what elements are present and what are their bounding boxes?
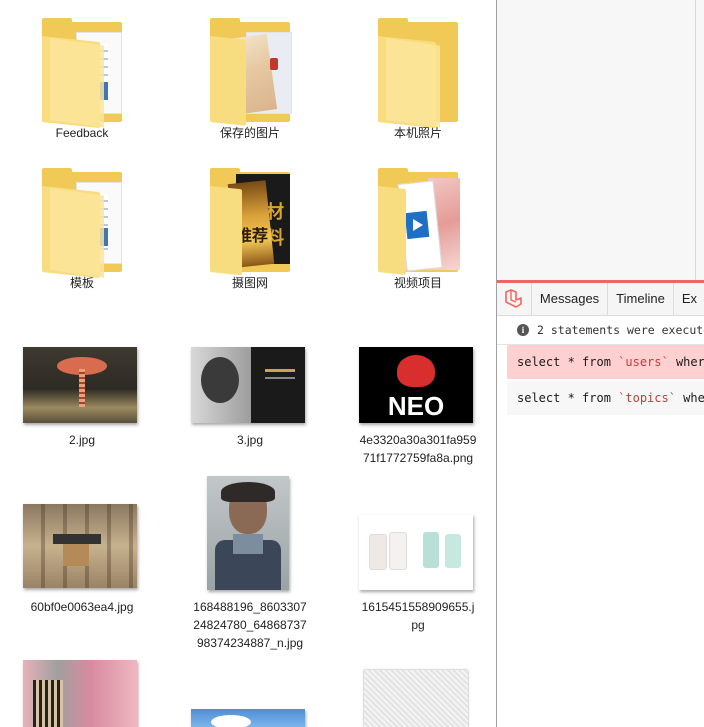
sql-keywords: select * from bbox=[517, 391, 619, 405]
image-thumbnail bbox=[207, 476, 289, 590]
folder-stock-photos[interactable]: 材料 推荐 摄图网 bbox=[175, 168, 325, 292]
image-thumbnail bbox=[359, 514, 473, 590]
folder-name: 摄图网 bbox=[231, 276, 268, 290]
file-2-jpg[interactable]: 2.jpg bbox=[7, 347, 157, 459]
folder-video-projects[interactable]: 视频项目 bbox=[343, 168, 493, 292]
folder-icon: 材料 推荐 bbox=[210, 168, 290, 276]
sql-statement[interactable]: select * from `topics` where bbox=[507, 381, 704, 415]
folder-icon bbox=[42, 168, 122, 279]
folder-name: 视频项目 bbox=[393, 276, 442, 290]
image-thumbnail[interactable] bbox=[364, 670, 468, 727]
sql-rest: where bbox=[683, 391, 704, 405]
file-1615451558909655-jpg[interactable]: 1615451558909655.j pg bbox=[343, 514, 493, 634]
info-icon: i bbox=[517, 324, 529, 336]
file-neo-png[interactable]: NEO 4e3320a30a301fa959 71f1772759fa8a.pn… bbox=[343, 347, 493, 471]
folder-saved-pictures[interactable]: 保存的图片 bbox=[175, 18, 325, 142]
sql-keywords: select * from bbox=[517, 355, 619, 369]
file-3-jpg[interactable]: 3.jpg bbox=[175, 347, 325, 459]
sql-table: `topics` bbox=[618, 391, 676, 405]
folder-icon bbox=[378, 18, 458, 129]
sql-statement-error[interactable]: select * from `users` where bbox=[507, 345, 704, 379]
folder-icon bbox=[210, 18, 292, 126]
folder-icon bbox=[378, 168, 460, 275]
tab-exceptions[interactable]: Ex bbox=[674, 283, 704, 315]
image-thumbnail: NEO bbox=[359, 347, 473, 423]
laravel-logo-icon[interactable] bbox=[497, 283, 532, 315]
sql-table: `users` bbox=[618, 355, 669, 369]
scrollbar-divider bbox=[695, 0, 696, 280]
tab-messages[interactable]: Messages bbox=[532, 283, 609, 315]
debug-bar-tabs: Messages Timeline Ex bbox=[497, 283, 704, 316]
file-name: 168488196_8603307 24824780_64868737 9837… bbox=[193, 600, 307, 650]
folder-templates[interactable]: 模板 bbox=[7, 168, 157, 292]
page-area bbox=[497, 0, 704, 280]
folder-name: Feedback bbox=[55, 126, 109, 140]
folder-name: 保存的图片 bbox=[219, 126, 280, 140]
debug-bar: Messages Timeline Ex i 2 statements were… bbox=[497, 280, 704, 727]
tab-timeline[interactable]: Timeline bbox=[608, 283, 674, 315]
file-name: 3.jpg bbox=[236, 433, 264, 447]
status-text: 2 statements were executed bbox=[537, 323, 704, 337]
folder-name: 本机照片 bbox=[393, 126, 442, 140]
image-thumbnail bbox=[191, 347, 305, 423]
file-name: 2.jpg bbox=[68, 433, 96, 447]
image-thumbnail bbox=[23, 504, 137, 588]
sql-rest: where bbox=[675, 355, 704, 369]
image-thumbnail[interactable] bbox=[191, 709, 305, 727]
browser-panel: Messages Timeline Ex i 2 statements were… bbox=[496, 0, 704, 727]
folder-name: 模板 bbox=[69, 276, 94, 290]
folder-feedback[interactable]: Feedback bbox=[7, 18, 157, 142]
file-name: 60bf0e0063ea4.jpg bbox=[30, 600, 134, 614]
folder-icon bbox=[42, 18, 122, 129]
logo-text: NEO bbox=[387, 391, 445, 421]
file-name: 1615451558909655.j pg bbox=[361, 600, 475, 632]
file-name: 4e3320a30a301fa959 71f1772759fa8a.png bbox=[359, 433, 477, 465]
file-168488196-jpg[interactable]: 168488196_8603307 24824780_64868737 9837… bbox=[175, 476, 325, 652]
image-thumbnail[interactable] bbox=[23, 660, 137, 727]
queries-status: i 2 statements were executed bbox=[497, 316, 704, 345]
file-60bf0e0063ea4-jpg[interactable]: 60bf0e0063ea4.jpg bbox=[7, 504, 157, 616]
folder-local-photos[interactable]: 本机照片 bbox=[343, 18, 493, 142]
file-explorer: Feedback 保存的图片 本机照片 模板 材料 推荐 摄图网 视频项目 2.… bbox=[0, 0, 496, 727]
image-thumbnail bbox=[23, 347, 137, 423]
